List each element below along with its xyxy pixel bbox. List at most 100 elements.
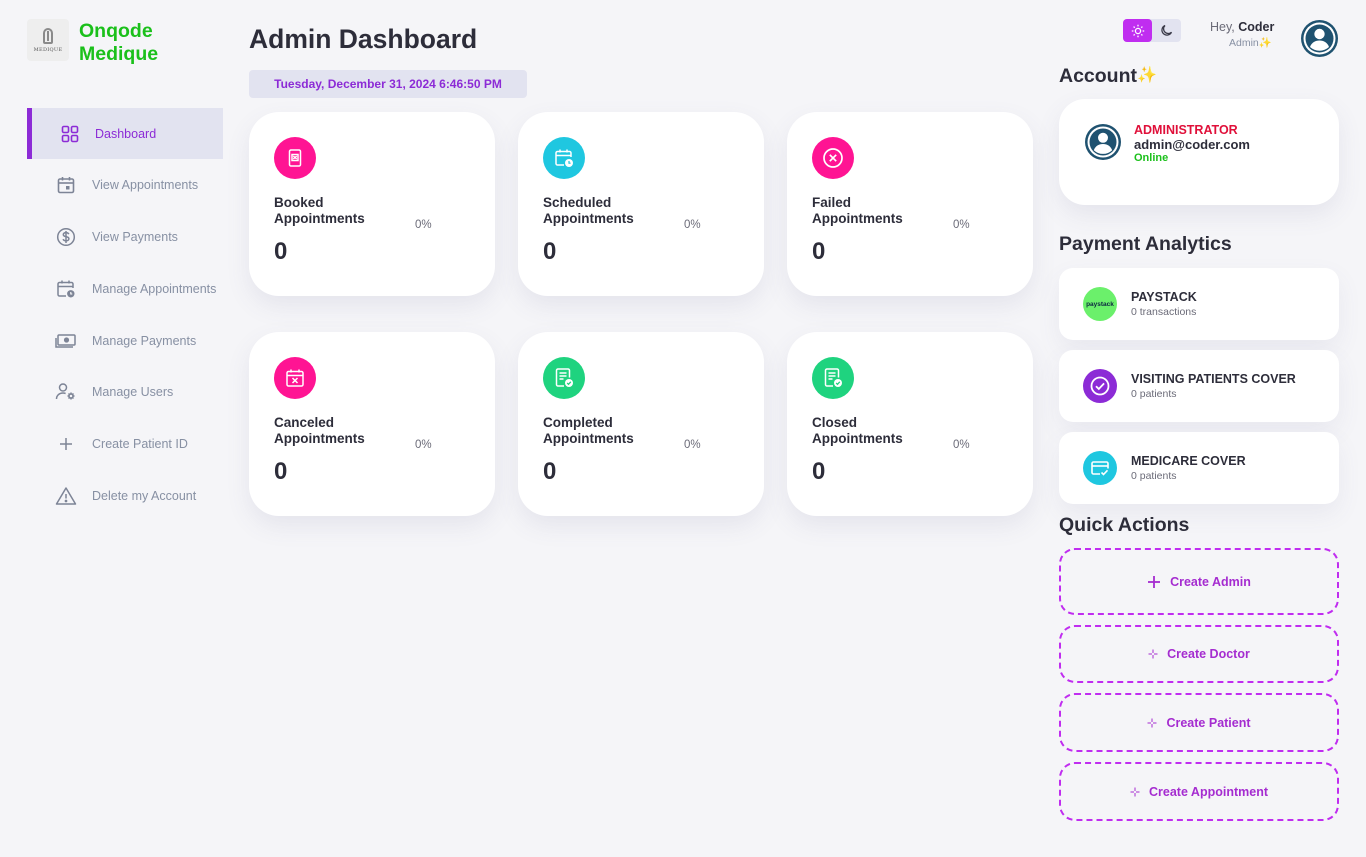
sidebar-item-manage-payments[interactable]: Manage Payments (27, 315, 223, 366)
stat-label: Canceled Appointments (274, 415, 365, 446)
logo-mark-icon: MEDIQUE (27, 19, 69, 61)
payment-analytics-title: Payment Analytics (1059, 233, 1232, 255)
sidebar-item-view-appointments[interactable]: View Appointments (27, 160, 223, 211)
quick-action-label: Create Doctor (1167, 647, 1250, 661)
payment-card-visiting-patients[interactable]: VISITING PATIENTS COVER 0 patients (1059, 350, 1339, 422)
stat-label: Scheduled Appointments (543, 195, 634, 226)
cash-icon (55, 330, 77, 352)
payment-card-paystack[interactable]: paystack PAYSTACK 0 transactions (1059, 268, 1339, 340)
stat-count: 0 (543, 238, 557, 265)
x-circle-icon (812, 137, 854, 179)
stat-percent: 0% (953, 439, 970, 451)
dashboard-grid-icon (59, 123, 81, 145)
sparkle-icon: ✨ (1137, 67, 1157, 84)
stat-card-failed[interactable]: Failed Appointments 0% 0 (787, 112, 1033, 296)
card-check-icon (1083, 451, 1117, 485)
stat-card-scheduled[interactable]: Scheduled Appointments 0% 0 (518, 112, 764, 296)
sidebar-item-label: View Payments (92, 230, 178, 245)
create-doctor-button[interactable]: Create Doctor (1059, 625, 1339, 683)
payment-name: MEDICARE COVER (1131, 454, 1246, 468)
stat-label: Booked Appointments (274, 195, 365, 226)
stat-percent: 0% (415, 439, 432, 451)
payment-count: 0 patients (1131, 388, 1177, 400)
user-gear-icon (55, 381, 77, 403)
calendar-icon (55, 174, 77, 196)
create-admin-button[interactable]: Create Admin (1059, 548, 1339, 615)
quick-action-label: Create Appointment (1149, 784, 1268, 799)
sidebar-item-label: Create Patient ID (92, 437, 188, 452)
datetime-display: Tuesday, December 31, 2024 6:46:50 PM (249, 70, 527, 98)
move-plus-icon (1147, 718, 1157, 728)
account-section-title: Account✨ (1059, 65, 1157, 87)
sidebar-item-label: Manage Payments (92, 333, 197, 348)
light-mode-button[interactable] (1123, 19, 1152, 42)
dollar-circle-icon (55, 226, 77, 248)
stat-percent: 0% (953, 219, 970, 231)
sidebar-item-label: View Appointments (92, 178, 199, 193)
stat-count: 0 (812, 238, 826, 265)
move-plus-icon (1130, 787, 1140, 797)
warning-icon (55, 485, 77, 507)
brand-logo[interactable]: MEDIQUE Onqode Medique (27, 19, 158, 66)
payment-card-medicare[interactable]: MEDICARE COVER 0 patients (1059, 432, 1339, 504)
sidebar-item-dashboard[interactable]: Dashboard (27, 108, 223, 159)
stat-count: 0 (812, 458, 826, 485)
paystack-logo-icon: paystack (1083, 287, 1117, 321)
calendar-clock-icon (55, 278, 77, 300)
sidebar-item-manage-appointments[interactable]: Manage Appointments (27, 263, 223, 314)
create-patient-button[interactable]: Create Patient (1059, 693, 1339, 752)
sidebar: MEDIQUE Onqode Medique Dashboard View Ap… (0, 0, 235, 857)
sidebar-item-label: Manage Users (92, 385, 174, 400)
scheduled-calendar-icon (543, 137, 585, 179)
stat-count: 0 (274, 238, 288, 265)
account-email: admin@coder.com (1134, 137, 1250, 152)
user-role: Admin✨ (1229, 37, 1272, 49)
sidebar-menu: Dashboard View Appointments View Payment… (27, 108, 223, 522)
stat-card-completed[interactable]: Completed Appointments 0% 0 (518, 332, 764, 516)
create-appointment-button[interactable]: Create Appointment (1059, 762, 1339, 821)
payment-name: VISITING PATIENTS COVER (1131, 372, 1296, 386)
sidebar-item-view-payments[interactable]: View Payments (27, 212, 223, 263)
dark-mode-button[interactable] (1152, 19, 1181, 42)
stat-card-canceled[interactable]: Canceled Appointments 0% 0 (249, 332, 495, 516)
stat-count: 0 (274, 458, 288, 485)
user-name: Coder (1238, 20, 1275, 34)
document-check-icon (543, 357, 585, 399)
plus-icon (1147, 575, 1161, 589)
payment-count: 0 patients (1131, 470, 1177, 482)
stat-label: Closed Appointments (812, 415, 903, 446)
stat-label: Failed Appointments (812, 195, 903, 226)
sidebar-item-manage-users[interactable]: Manage Users (27, 367, 223, 418)
check-circle-icon (1083, 369, 1117, 403)
page-title: Admin Dashboard (249, 24, 478, 54)
move-plus-icon (1148, 649, 1158, 659)
greeting: Hey, Coder (1210, 20, 1275, 34)
quick-action-label: Create Patient (1166, 715, 1251, 730)
account-card: ADMINISTRATOR admin@coder.com Online (1059, 99, 1339, 205)
stat-percent: 0% (415, 219, 432, 231)
sparkle-icon: ✨ (1258, 37, 1272, 49)
stat-label: Completed Appointments (543, 415, 634, 446)
sidebar-item-label: Delete my Account (92, 489, 197, 504)
calendar-x-icon (274, 357, 316, 399)
avatar[interactable] (1301, 20, 1338, 57)
plus-icon (55, 433, 77, 455)
sidebar-item-label: Dashboard (95, 126, 157, 141)
document-check-icon (812, 357, 854, 399)
stat-card-closed[interactable]: Closed Appointments 0% 0 (787, 332, 1033, 516)
quick-actions-title: Quick Actions (1059, 514, 1190, 536)
sidebar-item-label: Manage Appointments (92, 281, 217, 296)
stat-percent: 0% (684, 439, 701, 451)
brand-name-line2: Medique (79, 43, 159, 65)
brand-name: Onqode Medique (79, 20, 158, 66)
payment-count: 0 transactions (1131, 306, 1197, 318)
stat-count: 0 (543, 458, 557, 485)
theme-toggle[interactable] (1123, 19, 1181, 42)
stat-percent: 0% (684, 219, 701, 231)
booked-icon (274, 137, 316, 179)
sidebar-item-create-patient-id[interactable]: Create Patient ID (27, 419, 223, 470)
sidebar-item-delete-account[interactable]: Delete my Account (27, 471, 223, 522)
account-avatar-icon (1085, 124, 1121, 160)
stat-card-booked[interactable]: Booked Appointments 0% 0 (249, 112, 495, 296)
account-role: ADMINISTRATOR (1134, 123, 1238, 137)
